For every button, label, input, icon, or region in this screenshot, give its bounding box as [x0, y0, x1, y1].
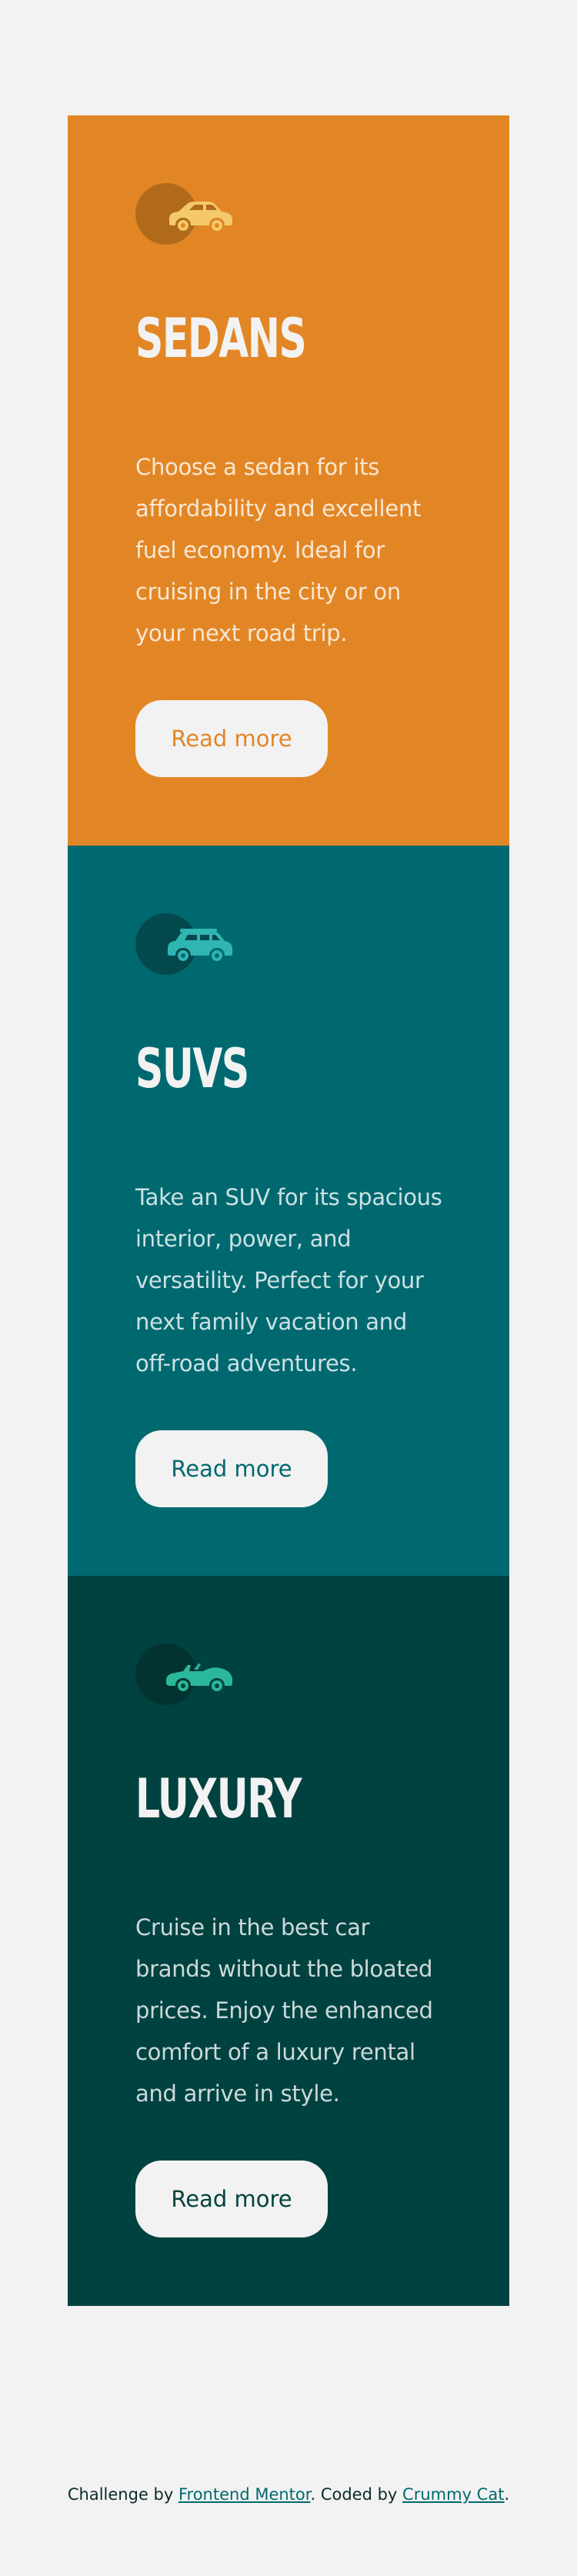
- attribution-middle: . Coded by: [310, 2485, 403, 2504]
- card-title: SUVS: [135, 1037, 249, 1100]
- attribution-prefix: Challenge by: [67, 2485, 178, 2504]
- luxury-car-icon: [166, 1663, 232, 1691]
- read-more-button[interactable]: Read more: [135, 2161, 328, 2237]
- sedan-car-icon: [169, 202, 232, 231]
- luxury-icon-wrapper: [135, 1643, 235, 1705]
- suv-icon-wrapper: [135, 913, 235, 975]
- card-description: Take an SUV for its spacious interior, p…: [135, 1184, 442, 1376]
- suv-car-icon: [168, 929, 232, 961]
- sedan-icon-wrapper: [135, 183, 235, 245]
- attribution-suffix: .: [504, 2485, 510, 2504]
- frontend-mentor-link[interactable]: Frontend Mentor: [178, 2485, 311, 2504]
- author-link[interactable]: Crummy Cat: [402, 2485, 504, 2504]
- attribution-footer: Challenge by Frontend Mentor. Coded by C…: [0, 2485, 577, 2504]
- card-title: SEDANS: [135, 307, 307, 370]
- card-description: Cruise in the best car brands without th…: [135, 1914, 433, 2107]
- card-description: Choose a sedan for its affordability and…: [135, 454, 422, 646]
- card-sedans: SEDANS Choose a sedan for its affordabil…: [68, 115, 509, 846]
- car-cards-container: SEDANS Choose a sedan for its affordabil…: [68, 115, 509, 2306]
- card-luxury: LUXURY Cruise in the best car brands wit…: [68, 1576, 509, 2306]
- card-suvs: SUVS Take an SUV for its spacious interi…: [68, 846, 509, 1576]
- card-title: LUXURY: [135, 1767, 302, 1830]
- read-more-button[interactable]: Read more: [135, 1430, 328, 1507]
- read-more-button[interactable]: Read more: [135, 700, 328, 777]
